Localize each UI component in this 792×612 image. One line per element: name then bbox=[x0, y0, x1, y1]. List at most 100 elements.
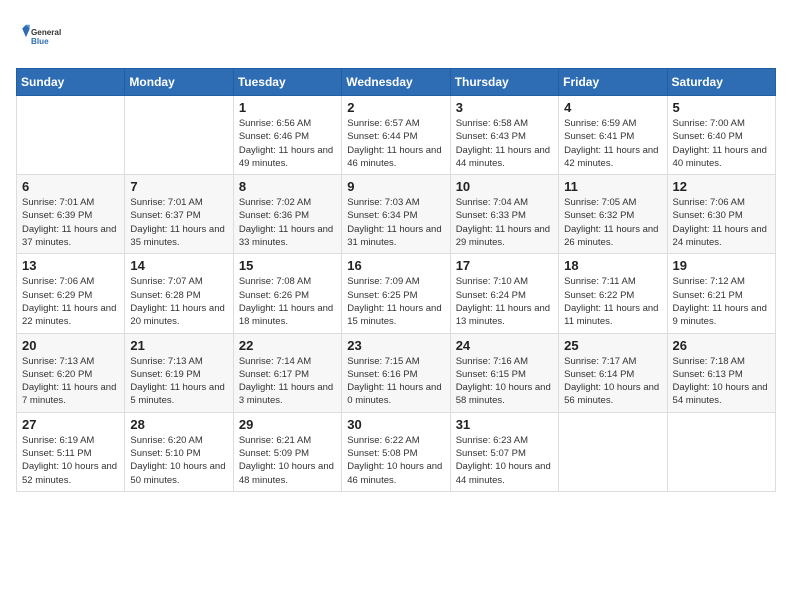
calendar-cell: 26 Sunrise: 7:18 AM Sunset: 6:13 PM Dayli… bbox=[667, 333, 775, 412]
weekday-header-saturday: Saturday bbox=[667, 69, 775, 96]
calendar-cell: 8 Sunrise: 7:02 AM Sunset: 6:36 PM Daylig… bbox=[233, 175, 341, 254]
cell-content: Sunrise: 7:01 AM Sunset: 6:37 PM Dayligh… bbox=[130, 196, 227, 249]
calendar-week-row: 27 Sunrise: 6:19 AM Sunset: 5:11 PM Dayli… bbox=[17, 412, 776, 491]
svg-text:Blue: Blue bbox=[31, 37, 49, 46]
calendar-cell bbox=[125, 96, 233, 175]
day-number: 4 bbox=[564, 100, 661, 115]
cell-content: Sunrise: 6:58 AM Sunset: 6:43 PM Dayligh… bbox=[456, 117, 553, 170]
cell-content: Sunrise: 7:18 AM Sunset: 6:13 PM Dayligh… bbox=[673, 355, 770, 408]
weekday-header-sunday: Sunday bbox=[17, 69, 125, 96]
calendar-cell: 3 Sunrise: 6:58 AM Sunset: 6:43 PM Daylig… bbox=[450, 96, 558, 175]
calendar-cell: 5Sunrise: 7:00 AM Sunset: 6:40 PM Daylig… bbox=[667, 96, 775, 175]
day-number: 16 bbox=[347, 258, 444, 273]
cell-content: Sunrise: 7:06 AM Sunset: 6:29 PM Dayligh… bbox=[22, 275, 119, 328]
cell-content: Sunrise: 7:07 AM Sunset: 6:28 PM Dayligh… bbox=[130, 275, 227, 328]
calendar-cell: 6 Sunrise: 7:01 AM Sunset: 6:39 PM Daylig… bbox=[17, 175, 125, 254]
day-number: 27 bbox=[22, 417, 119, 432]
logo: General Blue bbox=[16, 16, 66, 56]
generalblue-logo-icon: General Blue bbox=[16, 16, 66, 56]
cell-content: Sunrise: 7:13 AM Sunset: 6:19 PM Dayligh… bbox=[130, 355, 227, 408]
day-number: 2 bbox=[347, 100, 444, 115]
day-number: 30 bbox=[347, 417, 444, 432]
cell-content: Sunrise: 7:14 AM Sunset: 6:17 PM Dayligh… bbox=[239, 355, 336, 408]
calendar-cell: 20 Sunrise: 7:13 AM Sunset: 6:20 PM Dayli… bbox=[17, 333, 125, 412]
cell-content: Sunrise: 7:02 AM Sunset: 6:36 PM Dayligh… bbox=[239, 196, 336, 249]
cell-content: Sunrise: 6:20 AM Sunset: 5:10 PM Dayligh… bbox=[130, 434, 227, 487]
weekday-header-thursday: Thursday bbox=[450, 69, 558, 96]
cell-content: Sunrise: 7:01 AM Sunset: 6:39 PM Dayligh… bbox=[22, 196, 119, 249]
day-number: 23 bbox=[347, 338, 444, 353]
day-number: 3 bbox=[456, 100, 553, 115]
cell-content: Sunrise: 7:11 AM Sunset: 6:22 PM Dayligh… bbox=[564, 275, 661, 328]
svg-text:General: General bbox=[31, 28, 61, 37]
weekday-header-wednesday: Wednesday bbox=[342, 69, 450, 96]
cell-content: Sunrise: 6:19 AM Sunset: 5:11 PM Dayligh… bbox=[22, 434, 119, 487]
calendar-cell: 7 Sunrise: 7:01 AM Sunset: 6:37 PM Daylig… bbox=[125, 175, 233, 254]
day-number: 25 bbox=[564, 338, 661, 353]
calendar-cell: 18 Sunrise: 7:11 AM Sunset: 6:22 PM Dayli… bbox=[559, 254, 667, 333]
cell-content: Sunrise: 7:04 AM Sunset: 6:33 PM Dayligh… bbox=[456, 196, 553, 249]
day-number: 1 bbox=[239, 100, 336, 115]
calendar-cell bbox=[559, 412, 667, 491]
calendar-cell: 10 Sunrise: 7:04 AM Sunset: 6:33 PM Dayli… bbox=[450, 175, 558, 254]
weekday-header-monday: Monday bbox=[125, 69, 233, 96]
calendar-cell: 24Sunrise: 7:16 AM Sunset: 6:15 PM Dayli… bbox=[450, 333, 558, 412]
cell-content: Sunrise: 7:03 AM Sunset: 6:34 PM Dayligh… bbox=[347, 196, 444, 249]
calendar-cell: 11Sunrise: 7:05 AM Sunset: 6:32 PM Dayli… bbox=[559, 175, 667, 254]
cell-content: Sunrise: 7:17 AM Sunset: 6:14 PM Dayligh… bbox=[564, 355, 661, 408]
cell-content: Sunrise: 6:21 AM Sunset: 5:09 PM Dayligh… bbox=[239, 434, 336, 487]
calendar-cell: 16 Sunrise: 7:09 AM Sunset: 6:25 PM Dayli… bbox=[342, 254, 450, 333]
calendar-cell: 2 Sunrise: 6:57 AM Sunset: 6:44 PM Daylig… bbox=[342, 96, 450, 175]
calendar-cell: 1 Sunrise: 6:56 AM Sunset: 6:46 PM Daylig… bbox=[233, 96, 341, 175]
calendar-cell: 14Sunrise: 7:07 AM Sunset: 6:28 PM Dayli… bbox=[125, 254, 233, 333]
calendar-week-row: 1 Sunrise: 6:56 AM Sunset: 6:46 PM Daylig… bbox=[17, 96, 776, 175]
cell-content: Sunrise: 7:05 AM Sunset: 6:32 PM Dayligh… bbox=[564, 196, 661, 249]
calendar-cell: 31Sunrise: 6:23 AM Sunset: 5:07 PM Dayli… bbox=[450, 412, 558, 491]
cell-content: Sunrise: 6:59 AM Sunset: 6:41 PM Dayligh… bbox=[564, 117, 661, 170]
day-number: 6 bbox=[22, 179, 119, 194]
day-number: 9 bbox=[347, 179, 444, 194]
calendar-cell: 13Sunrise: 7:06 AM Sunset: 6:29 PM Dayli… bbox=[17, 254, 125, 333]
calendar-cell: 27 Sunrise: 6:19 AM Sunset: 5:11 PM Dayli… bbox=[17, 412, 125, 491]
day-number: 20 bbox=[22, 338, 119, 353]
cell-content: Sunrise: 7:08 AM Sunset: 6:26 PM Dayligh… bbox=[239, 275, 336, 328]
calendar-cell bbox=[17, 96, 125, 175]
cell-content: Sunrise: 7:13 AM Sunset: 6:20 PM Dayligh… bbox=[22, 355, 119, 408]
cell-content: Sunrise: 6:57 AM Sunset: 6:44 PM Dayligh… bbox=[347, 117, 444, 170]
cell-content: Sunrise: 6:22 AM Sunset: 5:08 PM Dayligh… bbox=[347, 434, 444, 487]
weekday-header-friday: Friday bbox=[559, 69, 667, 96]
cell-content: Sunrise: 7:06 AM Sunset: 6:30 PM Dayligh… bbox=[673, 196, 770, 249]
calendar-cell: 17Sunrise: 7:10 AM Sunset: 6:24 PM Dayli… bbox=[450, 254, 558, 333]
calendar-cell: 25 Sunrise: 7:17 AM Sunset: 6:14 PM Dayli… bbox=[559, 333, 667, 412]
day-number: 18 bbox=[564, 258, 661, 273]
day-number: 10 bbox=[456, 179, 553, 194]
cell-content: Sunrise: 7:16 AM Sunset: 6:15 PM Dayligh… bbox=[456, 355, 553, 408]
weekday-header-row: SundayMondayTuesdayWednesdayThursdayFrid… bbox=[17, 69, 776, 96]
day-number: 12 bbox=[673, 179, 770, 194]
calendar-cell: 21 Sunrise: 7:13 AM Sunset: 6:19 PM Dayli… bbox=[125, 333, 233, 412]
day-number: 28 bbox=[130, 417, 227, 432]
day-number: 15 bbox=[239, 258, 336, 273]
day-number: 7 bbox=[130, 179, 227, 194]
calendar-week-row: 20 Sunrise: 7:13 AM Sunset: 6:20 PM Dayli… bbox=[17, 333, 776, 412]
day-number: 21 bbox=[130, 338, 227, 353]
weekday-header-tuesday: Tuesday bbox=[233, 69, 341, 96]
day-number: 31 bbox=[456, 417, 553, 432]
day-number: 19 bbox=[673, 258, 770, 273]
calendar-cell: 12 Sunrise: 7:06 AM Sunset: 6:30 PM Dayli… bbox=[667, 175, 775, 254]
calendar-cell: 9 Sunrise: 7:03 AM Sunset: 6:34 PM Daylig… bbox=[342, 175, 450, 254]
day-number: 26 bbox=[673, 338, 770, 353]
header: General Blue bbox=[16, 16, 776, 56]
day-number: 5 bbox=[673, 100, 770, 115]
calendar-table: SundayMondayTuesdayWednesdayThursdayFrid… bbox=[16, 68, 776, 492]
day-number: 8 bbox=[239, 179, 336, 194]
day-number: 17 bbox=[456, 258, 553, 273]
calendar-cell: 22 Sunrise: 7:14 AM Sunset: 6:17 PM Dayli… bbox=[233, 333, 341, 412]
day-number: 22 bbox=[239, 338, 336, 353]
cell-content: Sunrise: 6:56 AM Sunset: 6:46 PM Dayligh… bbox=[239, 117, 336, 170]
calendar-week-row: 13Sunrise: 7:06 AM Sunset: 6:29 PM Dayli… bbox=[17, 254, 776, 333]
cell-content: Sunrise: 7:09 AM Sunset: 6:25 PM Dayligh… bbox=[347, 275, 444, 328]
calendar-cell: 28 Sunrise: 6:20 AM Sunset: 5:10 PM Dayli… bbox=[125, 412, 233, 491]
calendar-cell: 19Sunrise: 7:12 AM Sunset: 6:21 PM Dayli… bbox=[667, 254, 775, 333]
calendar-cell bbox=[667, 412, 775, 491]
